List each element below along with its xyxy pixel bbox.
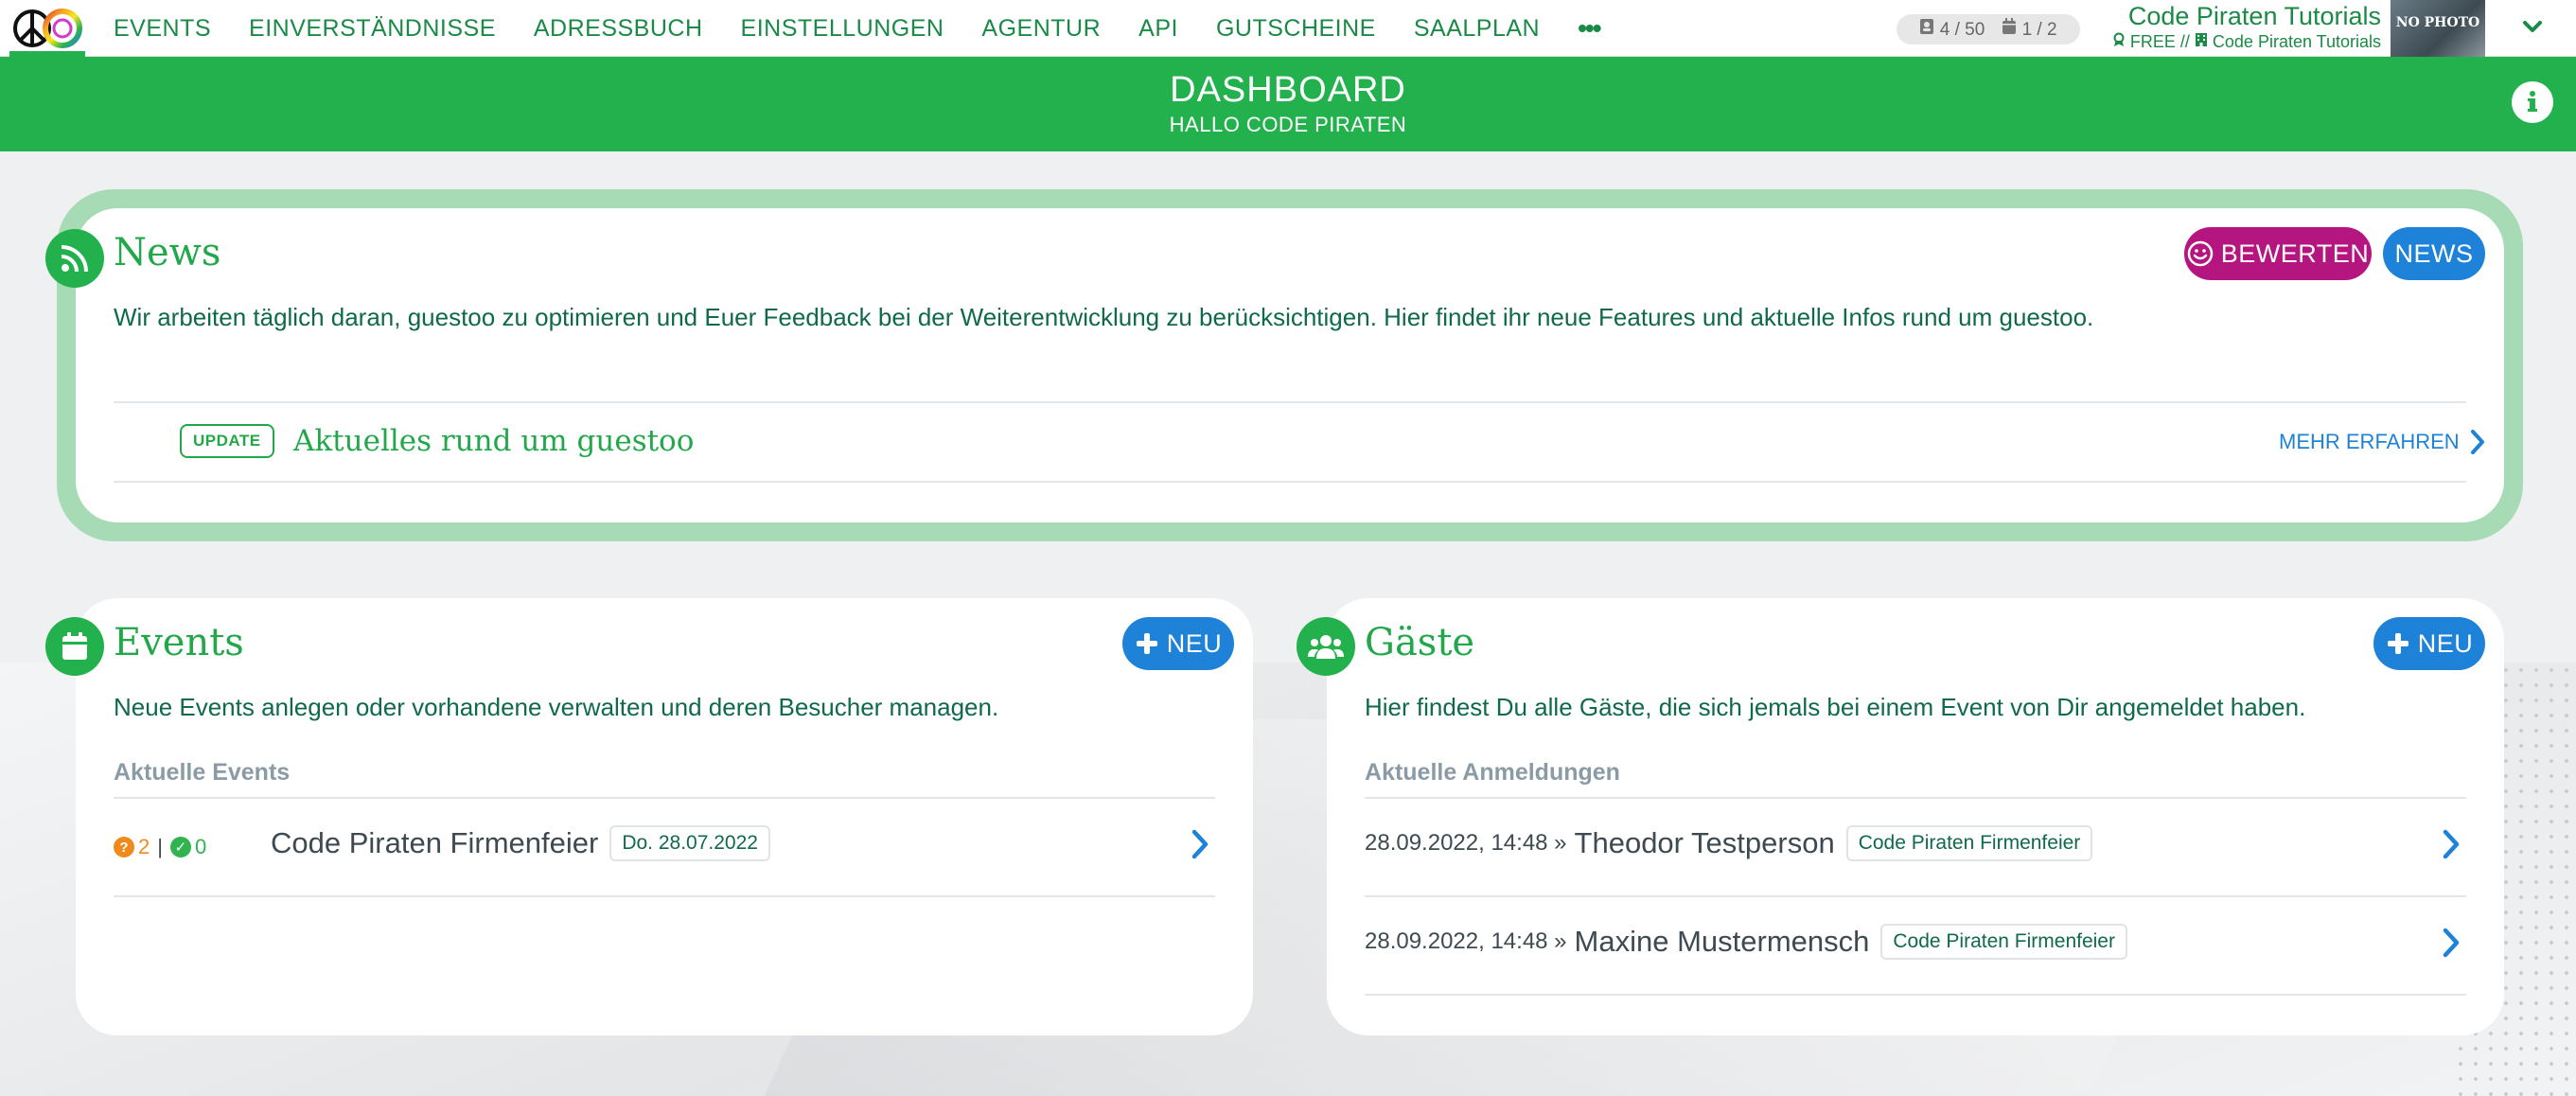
guests-card: Gäste NEU Hier findest Du alle Gäste, di…: [1297, 598, 2504, 1035]
smile-icon: [2187, 240, 2213, 267]
registration-time: 28.09.2022, 14:48 »: [1365, 928, 1567, 954]
account-plan-line: FREE // Code Piraten Tutorials: [2112, 30, 2381, 53]
events-card: Events NEU Neue Events anlegen oder vorh…: [45, 598, 1253, 1035]
events-quota: 1 / 2: [2002, 18, 2057, 41]
new-guest-button[interactable]: NEU: [2373, 617, 2485, 670]
address-card-icon: [1920, 19, 1934, 34]
nav-item-einstellungen[interactable]: EINSTELLUNGEN: [741, 15, 944, 43]
award-icon: [2113, 32, 2125, 46]
page-title: DASHBOARD: [1170, 70, 1406, 110]
current-events-label: Aktuelle Events: [114, 759, 291, 786]
divider: [1365, 797, 2466, 799]
top-navigation-bar: EVENTS EINVERSTÄNDNISSE ADRESSBUCH EINST…: [0, 0, 2576, 57]
confirmed-count: 0: [194, 835, 207, 858]
chevron-right-icon: [2470, 430, 2484, 454]
plus-icon: [1136, 633, 1157, 654]
contacts-quota: 4 / 50: [1919, 18, 1985, 41]
calendar-small-icon: [2003, 18, 2017, 34]
calendar-icon: [62, 632, 87, 660]
quota-badge: 4 / 50 1 / 2: [1897, 14, 2080, 44]
event-name: Code Piraten Firmenfeier: [271, 826, 599, 859]
event-tag: Code Piraten Firmenfeier: [1880, 924, 2127, 960]
guests-card-icon: [1297, 617, 1355, 676]
update-badge: UPDATE: [180, 424, 274, 458]
event-status-counts: ? 2 | ✓ 0: [114, 835, 206, 859]
guestoo-logo[interactable]: [8, 2, 85, 55]
nav-item-gutscheine[interactable]: GUTSCHEINE: [1216, 15, 1376, 43]
event-tag: Code Piraten Firmenfeier: [1845, 825, 2093, 861]
page-header: DASHBOARD HALLO CODE PIRATEN: [0, 57, 2576, 151]
rate-button[interactable]: BEWERTEN: [2184, 227, 2372, 280]
events-card-icon: [45, 617, 104, 676]
guests-title: Gäste: [1365, 621, 1475, 664]
divider: [114, 401, 2466, 403]
guests-description: Hier findest Du alle Gäste, die sich jem…: [1365, 693, 2306, 721]
main-nav: EVENTS EINVERSTÄNDNISSE ADRESSBUCH EINST…: [114, 0, 1602, 57]
divider: [114, 481, 2466, 483]
divider: [114, 895, 1215, 897]
registration-row[interactable]: 28.09.2022, 14:48 » Theodor Testperson C…: [1365, 825, 2093, 861]
question-circle-icon: ?: [114, 837, 134, 857]
check-circle-icon: ✓: [169, 837, 191, 857]
current-registrations-label: Aktuelle Anmeldungen: [1365, 759, 1620, 786]
nav-item-events[interactable]: EVENTS: [114, 15, 211, 43]
chevron-right-icon[interactable]: [2440, 827, 2462, 861]
registration-row[interactable]: 28.09.2022, 14:48 » Maxine Mustermensch …: [1365, 924, 2127, 960]
events-description: Neue Events anlegen oder vorhandene verw…: [114, 693, 999, 721]
event-date-tag: Do. 28.07.2022: [609, 825, 770, 861]
news-card: News BEWERTEN NEWS Wir arbeiten täglich …: [45, 208, 2504, 522]
account-info[interactable]: Code Piraten Tutorials FREE // Code Pira…: [2112, 2, 2381, 53]
news-description: Wir arbeiten täglich daran, guestoo zu o…: [114, 303, 2094, 331]
chevron-right-icon[interactable]: [2440, 926, 2462, 960]
plus-icon: [2387, 633, 2408, 654]
news-item-title[interactable]: Aktuelles rund um guestoo: [293, 424, 694, 458]
nav-item-agentur[interactable]: AGENTUR: [981, 15, 1101, 43]
news-card-icon: [45, 229, 104, 288]
events-title: Events: [114, 621, 244, 664]
divider: [114, 797, 1215, 799]
chevron-down-icon[interactable]: [2521, 13, 2544, 42]
account-name: Code Piraten Tutorials: [2127, 2, 2381, 30]
info-icon: [2528, 91, 2537, 112]
nav-item-einverstaendnisse[interactable]: EINVERSTÄNDNISSE: [249, 15, 496, 43]
event-row[interactable]: Code Piraten Firmenfeier Do. 28.07.2022: [271, 825, 770, 861]
registration-time: 28.09.2022, 14:48 »: [1365, 830, 1567, 856]
chevron-right-icon[interactable]: [1189, 827, 1211, 861]
nav-item-saalplan[interactable]: SAALPLAN: [1414, 15, 1540, 43]
nav-more-button[interactable]: •••: [1578, 13, 1601, 44]
avatar[interactable]: NO PHOTO: [2391, 0, 2485, 57]
guest-name: Maxine Mustermensch: [1574, 925, 1870, 958]
news-button[interactable]: NEWS: [2383, 227, 2485, 280]
more-info-link[interactable]: MEHR ERFAHREN: [2279, 428, 2486, 456]
nav-item-adressbuch[interactable]: ADRESSBUCH: [534, 15, 703, 43]
users-icon: [1308, 635, 1344, 659]
rss-icon: [61, 245, 88, 273]
divider: [1365, 895, 2466, 897]
news-title: News: [114, 231, 221, 274]
guest-name: Theodor Testperson: [1574, 826, 1835, 859]
divider: [1365, 994, 2466, 996]
pending-count: 2: [138, 835, 150, 858]
nav-item-api[interactable]: API: [1138, 15, 1178, 43]
info-button[interactable]: [2512, 81, 2553, 123]
page-subtitle: HALLO CODE PIRATEN: [1169, 113, 1407, 136]
new-event-button[interactable]: NEU: [1122, 617, 1234, 670]
building-icon: [2195, 33, 2207, 46]
